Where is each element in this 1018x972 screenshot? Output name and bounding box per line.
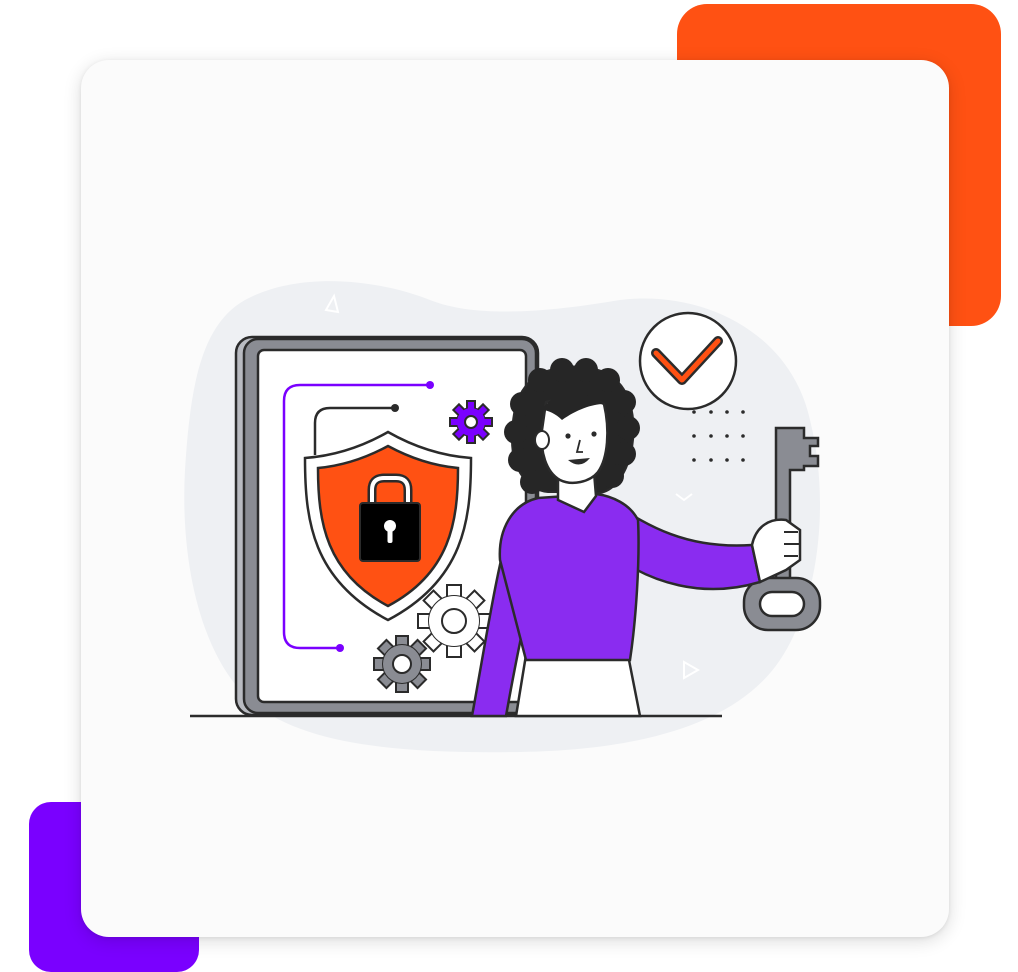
security-illustration xyxy=(184,281,822,753)
gear-icon xyxy=(373,635,431,693)
checkmark-icon xyxy=(638,311,738,411)
gear-icon xyxy=(449,400,493,444)
gear-icon xyxy=(417,584,491,658)
